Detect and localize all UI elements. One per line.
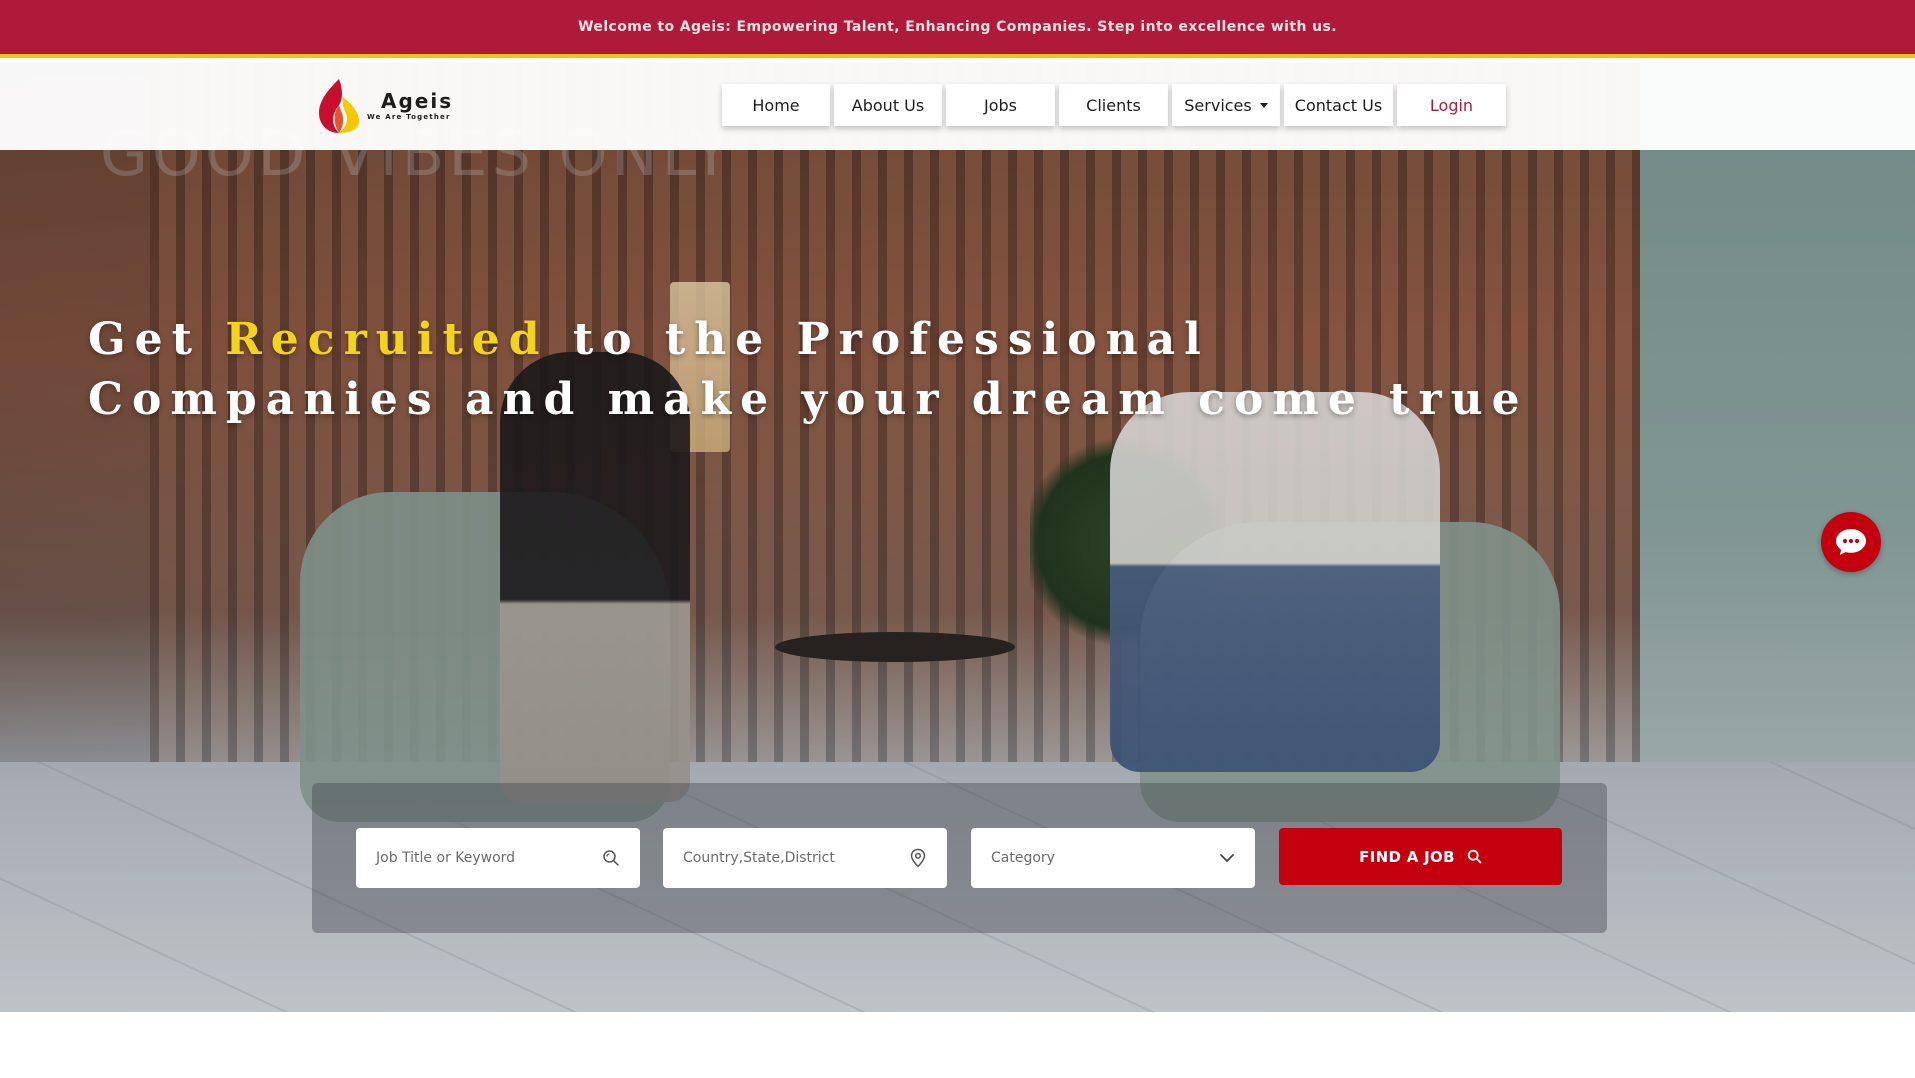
nav-contact-us[interactable]: Contact Us (1284, 84, 1393, 126)
chat-widget-button[interactable] (1821, 512, 1881, 572)
category-select[interactable]: Category (971, 828, 1255, 888)
nav-services-dropdown[interactable]: Services (1172, 84, 1280, 126)
nav-login[interactable]: Login (1397, 84, 1506, 126)
keyword-input[interactable]: Job Title or Keyword (356, 828, 640, 888)
headline-prefix: Get (88, 314, 201, 365)
chevron-down-icon (1220, 854, 1234, 862)
keyword-placeholder: Job Title or Keyword (376, 850, 516, 866)
caret-down-icon (1259, 102, 1268, 108)
brand-name: Ageis (381, 89, 454, 113)
brand-tagline: We Are Together (367, 113, 451, 121)
chat-bubble-icon (1836, 529, 1866, 555)
find-a-job-button[interactable]: FIND A JOB (1279, 828, 1562, 885)
headline-accent: Recruited (225, 314, 549, 365)
location-input[interactable]: Country,State,District (663, 828, 947, 888)
nav-home[interactable]: Home (722, 84, 830, 126)
welcome-message: Welcome to Ageis: Empowering Talent, Enh… (578, 19, 1337, 35)
logo-text: Ageis We Are Together (367, 89, 453, 121)
top-banner: Welcome to Ageis: Empowering Talent, Enh… (0, 0, 1915, 58)
main-nav: Home About Us Jobs Clients Services Cont… (722, 84, 1506, 126)
flame-logo-icon (319, 79, 359, 133)
find-a-job-label: FIND A JOB (1359, 847, 1455, 866)
category-selected-value: Category (991, 850, 1055, 866)
site-logo[interactable]: Ageis We Are Together (313, 74, 483, 136)
nav-about-us[interactable]: About Us (834, 84, 942, 126)
nav-jobs[interactable]: Jobs (946, 84, 1055, 126)
location-placeholder: Country,State,District (683, 850, 835, 866)
search-icon (1467, 849, 1482, 864)
hero-headline: Get Recruited to the Professional Compan… (88, 310, 1538, 430)
search-icon (603, 850, 619, 866)
nav-services-label: Services (1184, 95, 1252, 115)
map-pin-icon (910, 848, 926, 868)
nav-clients[interactable]: Clients (1059, 84, 1168, 126)
